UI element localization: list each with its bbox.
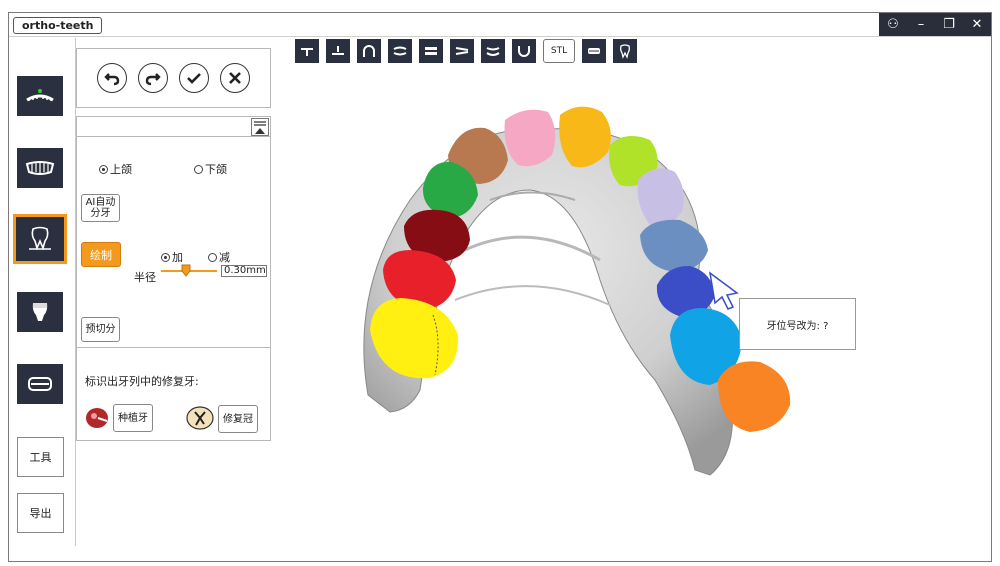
view-both-jaws-icon[interactable] [419, 39, 443, 63]
close-icon [229, 72, 241, 84]
tools-button[interactable]: 工具 [17, 437, 64, 477]
sidebar-crown-icon[interactable] [17, 292, 63, 332]
ai-auto-segment-button[interactable]: AI自动 分牙 [81, 194, 120, 222]
tooltip-text: 牙位号改为: ? [766, 320, 829, 332]
subtract-label: 减 [219, 251, 230, 264]
sidebar-import-model-icon[interactable] [17, 76, 63, 116]
radio-indicator [161, 252, 170, 262]
undo-button[interactable] [97, 63, 127, 93]
check-icon [187, 73, 201, 84]
precut-button[interactable]: 预切分 [81, 317, 120, 342]
tooth-icon[interactable] [613, 39, 637, 63]
view-front-arch-icon[interactable] [357, 39, 381, 63]
view-lower-arch-icon[interactable] [481, 39, 505, 63]
collapse-panel-button[interactable] [251, 118, 269, 136]
window-controls: ⚇ – ❐ ✕ [879, 13, 991, 36]
radius-value-field[interactable]: 0.30mm [221, 265, 267, 277]
implant-button[interactable]: 种植牙 [113, 404, 153, 432]
upper-jaw-label: 上颌 [110, 163, 132, 176]
mouse-cursor [708, 271, 739, 310]
ai-button-text: AI自动 分牙 [86, 197, 116, 219]
view-gum-icon[interactable] [582, 39, 606, 63]
cancel-button[interactable] [220, 63, 250, 93]
restoration-heading: 标识出牙列中的修复牙: [85, 375, 199, 388]
ai-button-line1: AI自动 [85, 197, 116, 208]
sidebar-segmentation-icon[interactable] [13, 214, 67, 264]
tooth-number-tooltip: 牙位号改为: ? [739, 298, 856, 350]
sidebar-dentition-icon[interactable] [17, 148, 63, 188]
app-title-tab[interactable]: ortho-teeth [13, 17, 103, 34]
crown-button[interactable]: 修复冠 [218, 405, 258, 433]
view-lower-icon[interactable] [295, 39, 319, 63]
restore-icon[interactable]: ❐ [935, 13, 963, 36]
panel-header [77, 117, 270, 137]
segmentation-panel: 上颌 下颌 AI自动 分牙 绘制 加 减 半径 0.30mm 预切分 标识出牙列中… [76, 116, 271, 441]
radius-label: 半径 [134, 271, 156, 284]
panel-divider [77, 347, 270, 348]
view-u-arch-icon[interactable] [512, 39, 536, 63]
draw-button[interactable]: 绘制 [81, 242, 121, 267]
action-panel [76, 48, 271, 108]
sidebar: 工具 导出 [9, 38, 76, 546]
undo-icon [104, 73, 120, 86]
palate-ridge [464, 235, 601, 262]
redo-icon [145, 73, 161, 86]
radio-indicator [208, 252, 217, 262]
radius-slider-thumb[interactable] [181, 264, 191, 277]
palate-ridge [454, 285, 611, 306]
ai-button-line2: 分牙 [90, 208, 111, 219]
view-toolbar: STL [295, 39, 637, 63]
confirm-button[interactable] [179, 63, 209, 93]
radio-indicator [99, 164, 108, 174]
crown-icon [185, 406, 215, 430]
view-upper-icon[interactable] [326, 39, 350, 63]
upper-jaw-radio[interactable]: 上颌 [99, 161, 132, 177]
sidebar-gum-icon[interactable] [17, 364, 63, 404]
subtract-radio[interactable]: 减 [208, 249, 230, 265]
model-viewport[interactable] [290, 90, 850, 490]
export-button[interactable]: 导出 [17, 493, 64, 533]
add-label: 加 [172, 251, 183, 264]
user-icon[interactable]: ⚇ [879, 13, 907, 36]
minimize-icon[interactable]: – [907, 13, 935, 36]
lower-jaw-label: 下颌 [205, 163, 227, 176]
tooth-segment [504, 109, 556, 167]
lower-jaw-radio[interactable]: 下颌 [194, 161, 227, 177]
redo-button[interactable] [138, 63, 168, 93]
collapse-icon [254, 121, 266, 134]
radio-indicator [194, 164, 203, 174]
add-radio[interactable]: 加 [161, 249, 183, 265]
title-bar: ortho-teeth ⚇ – ❐ ✕ [9, 13, 991, 37]
close-icon[interactable]: ✕ [963, 13, 991, 36]
dental-arch-model[interactable] [290, 90, 850, 490]
view-occlusion-icon[interactable] [388, 39, 412, 63]
implant-icon [85, 407, 111, 429]
stl-button[interactable]: STL [543, 39, 575, 63]
view-separated-icon[interactable] [450, 39, 474, 63]
